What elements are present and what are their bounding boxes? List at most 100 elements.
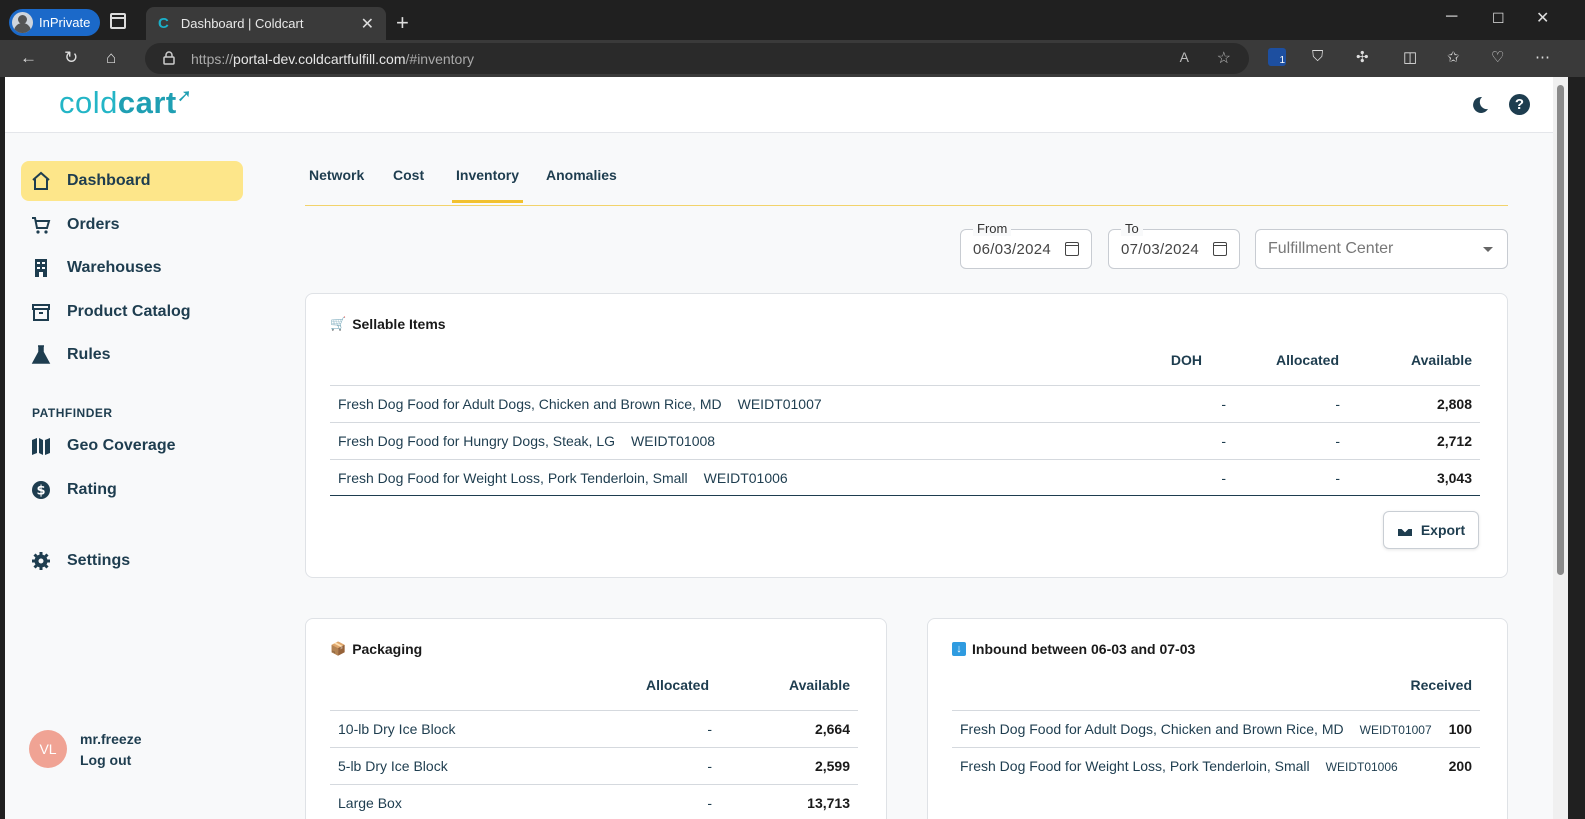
sidebar-item-product-catalog[interactable]: Product Catalog [21, 292, 243, 332]
maximize-icon[interactable]: ☐ [1492, 10, 1505, 27]
sidebar-item-geo-coverage[interactable]: Geo Coverage [21, 426, 243, 466]
refresh-icon[interactable]: ↻ [64, 48, 78, 68]
app-page: coldcart➚ ? Dashboard Orders Warehouses … [5, 77, 1553, 819]
avatar[interactable]: VL [29, 730, 67, 768]
doh-value: - [1221, 396, 1226, 412]
archive-icon [31, 302, 51, 322]
available-value: 13,713 [807, 795, 850, 811]
browser-chrome: InPrivate C Dashboard | Coldcart ✕ + ─ ☐… [0, 0, 1585, 77]
sellable-items-card: 🛒 Sellable Items DOH Allocated Available… [305, 293, 1508, 578]
new-tab-icon[interactable]: + [396, 10, 409, 36]
column-header-received: Received [1410, 677, 1472, 693]
table-row[interactable]: Fresh Dog Food for Weight Loss, Pork Ten… [952, 747, 1480, 784]
sidebar-item-label: Orders [67, 216, 120, 233]
favorite-star-icon[interactable]: ☆ [1217, 48, 1231, 68]
sidebar-item-label: Product Catalog [67, 303, 191, 320]
dashboard-tabs: Network Cost Inventory Anomalies [305, 159, 1508, 206]
tab-actions-icon[interactable] [110, 13, 126, 29]
back-icon[interactable]: ← [20, 48, 37, 68]
export-button[interactable]: Export [1383, 511, 1479, 549]
minimize-icon[interactable]: ─ [1446, 8, 1457, 26]
url-host: portal-dev.coldcartfulfill.com [233, 50, 406, 67]
flask-icon [31, 345, 51, 365]
sidebar-item-label: Warehouses [67, 259, 162, 276]
inbound-card: ↓ Inbound between 06-03 and 07-03 Receiv… [927, 618, 1508, 819]
fulfillment-center-select[interactable]: Fulfillment Center [1255, 229, 1508, 269]
address-bar[interactable]: https://portal-dev.coldcartfulfill.com/#… [145, 43, 1249, 74]
shield-extension-icon[interactable]: ⛉ [1312, 48, 1323, 65]
from-date-value: 06/03/2024 [973, 241, 1052, 258]
page-scrollbar[interactable] [1553, 77, 1568, 819]
extensions-puzzle-icon[interactable]: ✣ [1356, 48, 1369, 66]
packaging-title: 📦 Packaging [330, 641, 423, 657]
close-tab-icon[interactable]: ✕ [361, 14, 374, 34]
down-arrow-icon: ↓ [952, 642, 966, 656]
allocated-value: - [1335, 469, 1340, 486]
available-value: 3,043 [1436, 469, 1472, 486]
tab-anomalies[interactable]: Anomalies [546, 167, 617, 183]
available-value: 2,664 [814, 721, 850, 737]
received-value: 200 [1448, 758, 1472, 774]
fulfillment-center-placeholder: Fulfillment Center [1268, 240, 1394, 257]
sidebar-item-label: Geo Coverage [67, 437, 176, 454]
sidebar-item-rating[interactable]: $ Rating [21, 470, 243, 510]
sidebar-item-label: Dashboard [67, 172, 151, 189]
inprivate-badge[interactable]: InPrivate [9, 9, 101, 36]
split-screen-icon[interactable]: ◫ [1403, 48, 1417, 66]
product-name: Fresh Dog Food for Adult Dogs, Chicken a… [960, 721, 1344, 737]
table-row[interactable]: Fresh Dog Food for Weight Loss, Pork Ten… [330, 459, 1480, 496]
available-value: 2,712 [1436, 433, 1472, 449]
sidebar-item-settings[interactable]: Settings [21, 541, 243, 581]
logout-link[interactable]: Log out [80, 752, 141, 768]
favorites-icon[interactable]: ✩ [1447, 48, 1460, 66]
pathfinder-section-label: PATHFINDER [32, 406, 113, 420]
user-profile: VL mr.freeze Log out [29, 730, 141, 768]
tab-cost[interactable]: Cost [393, 167, 424, 183]
calendar-icon[interactable] [1065, 242, 1079, 256]
url-scheme: https:// [191, 50, 234, 67]
bitwarden-extension-icon[interactable]: 1 [1268, 48, 1286, 66]
from-date-field[interactable]: From 06/03/2024 [960, 221, 1092, 269]
sidebar-item-orders[interactable]: Orders [21, 205, 243, 245]
table-row[interactable]: Fresh Dog Food for Hungry Dogs, Steak, L… [330, 422, 1480, 459]
svg-text:$: $ [36, 484, 45, 499]
product-name: Fresh Dog Food for Adult Dogs, Chicken a… [338, 396, 722, 412]
table-row[interactable]: 5-lb Dry Ice Block - 2,599 [330, 747, 858, 784]
packaging-name: 5-lb Dry Ice Block [338, 758, 448, 774]
sidebar-item-label: Settings [67, 552, 131, 569]
navigation-bar: ← ↻ ⌂ https://portal-dev.coldcartfulfill… [0, 40, 1585, 77]
help-icon[interactable]: ? [1509, 94, 1530, 115]
sidebar-item-dashboard[interactable]: Dashboard [21, 161, 243, 201]
inbound-title: ↓ Inbound between 06-03 and 07-03 [952, 641, 1195, 657]
product-sku: WEIDT01007 [737, 396, 822, 412]
sellable-items-title: 🛒 Sellable Items [330, 316, 446, 332]
performance-heart-icon[interactable]: ♡ [1491, 48, 1504, 66]
tab-inventory[interactable]: Inventory [451, 167, 524, 203]
sidebar-item-rules[interactable]: Rules [21, 335, 243, 375]
sidebar-item-warehouses[interactable]: Warehouses [21, 248, 243, 288]
settings-more-icon[interactable]: ⋯ [1535, 48, 1550, 66]
product-name: Fresh Dog Food for Weight Loss, Pork Ten… [960, 758, 1310, 774]
available-value: 2,599 [814, 758, 850, 774]
calendar-icon[interactable] [1213, 242, 1227, 256]
home-browser-icon[interactable]: ⌂ [106, 48, 116, 68]
window-close-icon[interactable]: ✕ [1536, 8, 1549, 28]
table-row[interactable]: Fresh Dog Food for Adult Dogs, Chicken a… [952, 710, 1480, 747]
column-header-allocated: Allocated [1275, 352, 1339, 368]
table-row[interactable]: 10-lb Dry Ice Block - 2,664 [330, 710, 858, 747]
browser-tab-active[interactable]: C Dashboard | Coldcart ✕ [146, 7, 386, 40]
tab-network[interactable]: Network [309, 167, 364, 183]
allocated-value: - [707, 795, 712, 811]
table-row[interactable]: Large Box - 13,713 [330, 784, 858, 819]
product-sku: WEIDT01008 [631, 433, 716, 449]
table-row[interactable]: Fresh Dog Food for Adult Dogs, Chicken a… [330, 385, 1480, 422]
chevron-down-icon [1483, 247, 1493, 252]
scrollbar-thumb[interactable] [1557, 85, 1564, 575]
to-date-field[interactable]: To 07/03/2024 [1108, 221, 1240, 269]
dark-mode-moon-icon[interactable] [1468, 94, 1490, 116]
coldcart-logo[interactable]: coldcart➚ [59, 85, 192, 121]
profile-avatar-icon [12, 12, 33, 33]
read-aloud-icon[interactable]: A [1180, 49, 1189, 65]
window-edge [1568, 77, 1585, 819]
column-header-available: Available [1411, 352, 1472, 368]
